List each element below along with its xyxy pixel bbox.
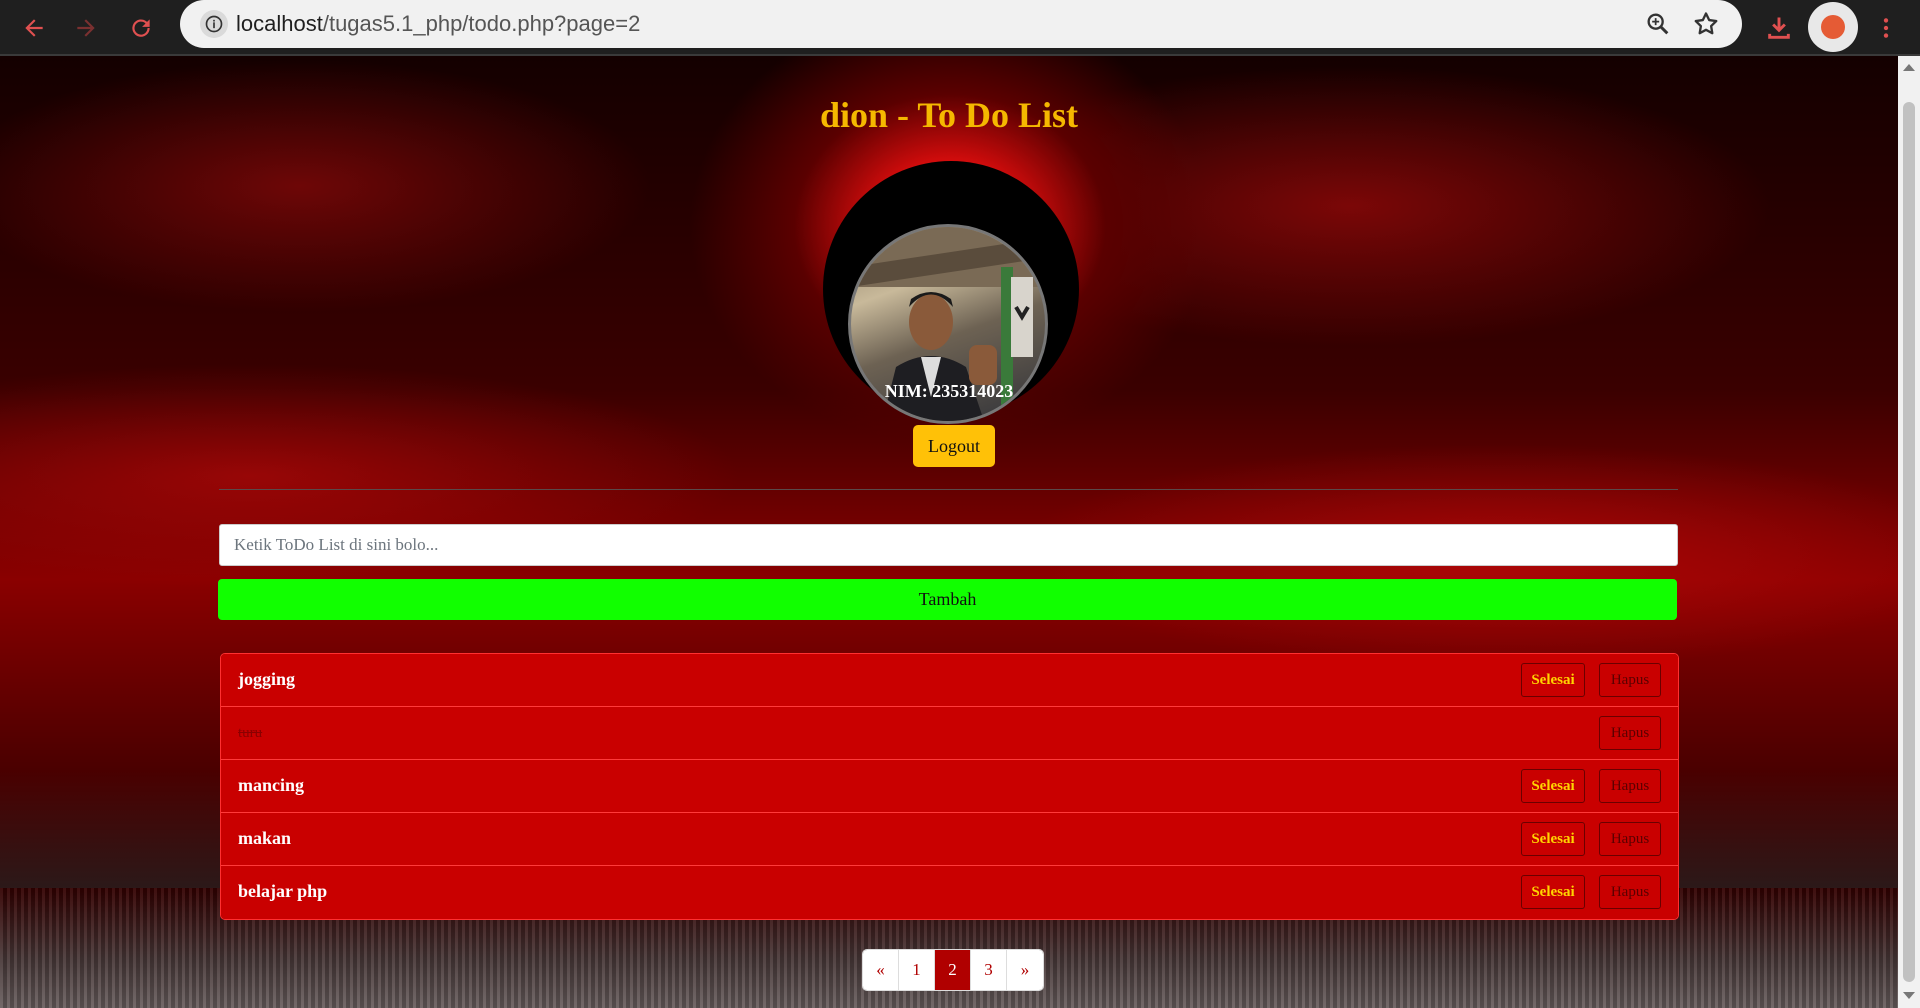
nim-label: NIM: 235314023 bbox=[884, 381, 1014, 401]
todo-input[interactable]: Ketik ToDo List di sini bolo... bbox=[219, 524, 1678, 566]
back-button[interactable] bbox=[14, 8, 54, 48]
scroll-up-icon[interactable] bbox=[1903, 64, 1915, 71]
site-info-icon[interactable] bbox=[200, 10, 228, 38]
todo-item: mancing Selesai Hapus bbox=[221, 760, 1678, 813]
complete-button[interactable]: Selesai bbox=[1521, 663, 1585, 697]
page-title: dion - To Do List bbox=[819, 95, 1079, 135]
pagination-page-3[interactable]: 3 bbox=[971, 950, 1007, 990]
pagination: « 1 2 3 » bbox=[862, 949, 1044, 991]
reload-button[interactable] bbox=[121, 8, 161, 48]
todo-item: makan Selesai Hapus bbox=[221, 813, 1678, 866]
forward-arrow-icon bbox=[77, 19, 95, 37]
scroll-thumb[interactable] bbox=[1903, 102, 1915, 982]
profile-button[interactable] bbox=[1808, 2, 1858, 52]
pagination-prev[interactable]: « bbox=[863, 950, 899, 990]
zoom-icon[interactable] bbox=[1644, 10, 1672, 38]
divider bbox=[219, 489, 1678, 490]
forward-button[interactable] bbox=[66, 8, 106, 48]
todo-text: mancing bbox=[238, 775, 305, 795]
download-button[interactable] bbox=[1757, 6, 1801, 50]
address-bar[interactable]: localhost/tugas5.1_php/todo.php?page=2 bbox=[180, 0, 1742, 48]
pagination-page-1[interactable]: 1 bbox=[899, 950, 935, 990]
delete-button[interactable]: Hapus bbox=[1599, 875, 1661, 909]
complete-button[interactable]: Selesai bbox=[1521, 875, 1585, 909]
delete-button[interactable]: Hapus bbox=[1599, 822, 1661, 856]
delete-button[interactable]: Hapus bbox=[1599, 663, 1661, 697]
avatar-icon bbox=[1808, 2, 1858, 52]
todo-text: makan bbox=[238, 828, 292, 848]
delete-button[interactable]: Hapus bbox=[1599, 716, 1661, 750]
menu-button[interactable] bbox=[1864, 6, 1908, 50]
download-icon bbox=[1768, 17, 1790, 39]
url-path: /tugas5.1_php/todo.php?page=2 bbox=[322, 11, 641, 36]
delete-button[interactable]: Hapus bbox=[1599, 769, 1661, 803]
url-text: localhost/tugas5.1_php/todo.php?page=2 bbox=[236, 11, 640, 37]
add-todo-button[interactable]: Tambah bbox=[218, 579, 1677, 620]
back-arrow-icon bbox=[25, 19, 43, 37]
page-content: dion - To Do List NIM: 235314023 Logout … bbox=[0, 56, 1898, 1008]
pagination-page-2-active[interactable]: 2 bbox=[935, 950, 971, 990]
complete-button[interactable]: Selesai bbox=[1521, 822, 1585, 856]
reload-icon bbox=[132, 19, 150, 37]
url-host: localhost bbox=[236, 11, 323, 36]
logout-button[interactable]: Logout bbox=[913, 425, 995, 467]
scroll-down-icon[interactable] bbox=[1903, 992, 1915, 999]
todo-text: belajar php bbox=[238, 881, 328, 901]
todo-item: belajar php Selesai Hapus bbox=[221, 866, 1678, 919]
kebab-menu-icon bbox=[1883, 18, 1889, 38]
complete-button[interactable]: Selesai bbox=[1521, 769, 1585, 803]
pagination-next[interactable]: » bbox=[1007, 950, 1043, 990]
todo-text-completed: turu bbox=[238, 725, 263, 741]
browser-toolbar: localhost/tugas5.1_php/todo.php?page=2 bbox=[0, 0, 1920, 56]
scrollbar[interactable] bbox=[1898, 56, 1920, 1008]
todo-list: jogging Selesai Hapus turu Hapus mancing… bbox=[220, 653, 1679, 920]
todo-item: jogging Selesai Hapus bbox=[221, 654, 1678, 707]
todo-item: turu Hapus bbox=[221, 707, 1678, 760]
bookmark-star-icon[interactable] bbox=[1692, 10, 1720, 38]
todo-text: jogging bbox=[238, 669, 296, 689]
